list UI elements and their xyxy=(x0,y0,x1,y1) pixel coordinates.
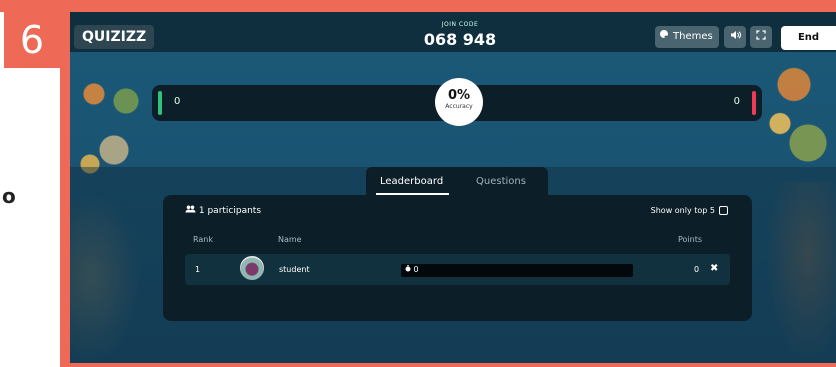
step-number-badge: 6 xyxy=(4,12,60,68)
accuracy-bar: 0 0% Accuracy 0 xyxy=(152,78,762,126)
people-icon xyxy=(185,205,199,216)
correct-indicator xyxy=(158,91,162,115)
tutorial-frame-left xyxy=(60,12,70,367)
column-header-rank: Rank xyxy=(193,235,213,244)
show-top-5-toggle[interactable]: Show only top 5 xyxy=(651,206,728,215)
incorrect-indicator xyxy=(752,91,756,115)
top-bar: QUIZIZZ JOIN CODE 068 948 Themes End xyxy=(70,12,836,52)
incorrect-count: 0 xyxy=(733,96,740,107)
row-rank: 1 xyxy=(195,265,201,274)
row-progress-value: 0 xyxy=(405,265,419,274)
column-header-name: Name xyxy=(278,235,302,244)
quizizz-logo: QUIZIZZ xyxy=(74,25,155,49)
correct-count: 0 xyxy=(174,96,181,107)
themes-button[interactable]: Themes xyxy=(655,26,719,48)
show-top-5-checkbox[interactable] xyxy=(719,206,728,215)
side-letter: o xyxy=(2,184,16,208)
participants-count: 1 participants xyxy=(185,205,261,216)
volume-icon xyxy=(730,30,741,43)
accuracy-meter: 0% Accuracy xyxy=(435,78,483,126)
leaderboard-row[interactable]: 1 student 0 0 ✖ xyxy=(185,254,730,285)
column-header-points: Points xyxy=(678,235,703,244)
results-tabs: Leaderboard Questions xyxy=(366,167,548,196)
join-code: 068 948 xyxy=(423,30,497,49)
end-button[interactable]: End xyxy=(781,26,836,50)
join-code-label: JOIN CODE xyxy=(441,21,479,28)
jungle-decoration-right xyxy=(766,52,836,182)
leaderboard-card: 1 participants Show only top 5 Rank Name… xyxy=(163,195,752,321)
tutorial-frame-bottom xyxy=(60,363,836,367)
quiz-host-screen: QUIZIZZ JOIN CODE 068 948 Themes End 0 0… xyxy=(70,12,836,363)
remove-participant-icon[interactable]: ✖ xyxy=(710,263,718,274)
show-top-5-label: Show only top 5 xyxy=(650,206,715,215)
row-name: student xyxy=(279,265,310,274)
fullscreen-icon xyxy=(756,30,766,43)
participants-text: 1 participants xyxy=(198,206,262,216)
timer-icon xyxy=(405,265,414,274)
row-progress-bar: 0 xyxy=(401,264,633,277)
accuracy-percent: 0% xyxy=(447,88,471,103)
tutorial-frame-top xyxy=(0,0,836,12)
accuracy-label: Accuracy xyxy=(445,103,473,110)
volume-button[interactable] xyxy=(724,26,746,48)
themes-label: Themes xyxy=(673,31,713,42)
tab-leaderboard[interactable]: Leaderboard xyxy=(375,176,450,195)
avatar xyxy=(240,256,264,280)
row-points: 0 xyxy=(694,265,700,274)
tab-questions[interactable]: Questions xyxy=(476,176,526,187)
fullscreen-button[interactable] xyxy=(750,26,772,48)
palette-icon xyxy=(659,26,669,48)
